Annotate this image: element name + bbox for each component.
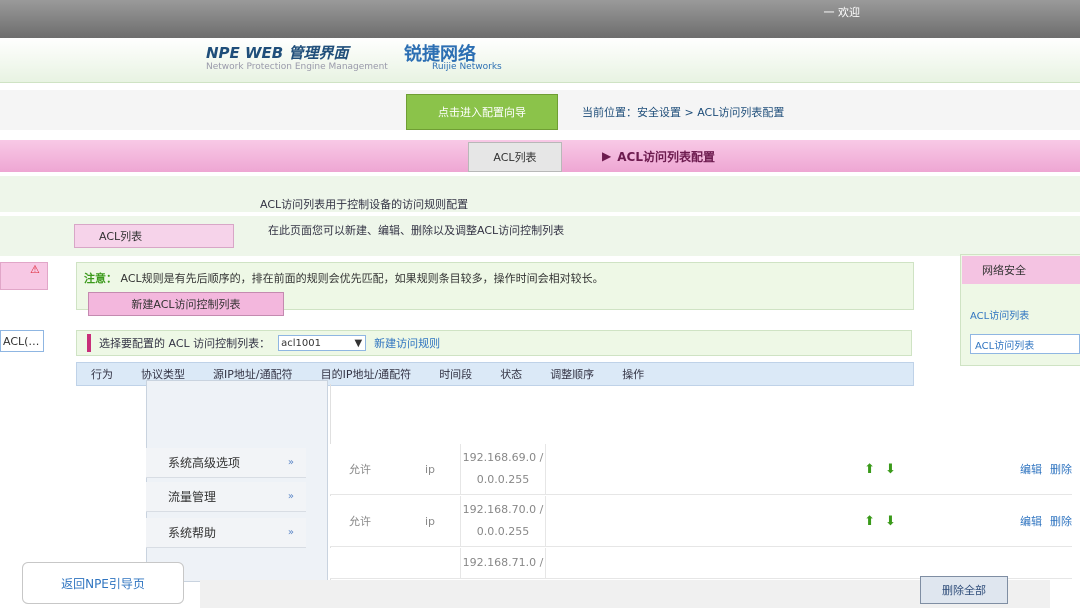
notice-text: 注意： ACL规则是有先后顺序的，排在前面的规则会优先匹配，如果规则条目较多，操… (84, 270, 604, 286)
col-order: 调整顺序 (550, 368, 595, 381)
ip-line-1: 192.168.69.0 / (462, 451, 544, 464)
back-to-guide-button[interactable]: 返回NPE引导页 (22, 562, 184, 604)
config-wizard-button[interactable]: 点击进入配置向导 (406, 94, 558, 130)
ip-line-1: 192.168.70.0 / (462, 503, 544, 516)
row-proto: ip (424, 462, 436, 476)
row-ops: 编辑 删除 (1000, 444, 1072, 494)
filter-bar: 选择要配置的 ACL 访问控制列表： acl1001 ▼ 新建访问规则 (76, 330, 912, 356)
brand-sub: Ruijie Networks (432, 62, 502, 72)
page: 一 欢迎 NPE WEB 管理界面 Network Protection Eng… (0, 0, 1080, 608)
delete-all-button[interactable]: 删除全部 (920, 576, 1008, 604)
arrow-up-icon[interactable]: ⬆ (864, 514, 875, 529)
delete-link[interactable]: 删除 (1050, 513, 1072, 529)
sidebar-item-advanced[interactable]: 系统高级选项 » (146, 448, 306, 478)
sidebar-item-label: 系统高级选项 (168, 456, 241, 470)
title-arrow-icon: ▶ (602, 149, 612, 163)
right-panel-head: 网络安全 (962, 256, 1080, 284)
left-panel-head (0, 262, 48, 290)
edit-link[interactable]: 编辑 (1020, 513, 1042, 529)
row-order-controls: ⬆ ⬇ (850, 444, 910, 494)
chevron-double-down-icon: » (287, 457, 294, 468)
col-time: 时间段 (439, 368, 473, 381)
description-line-1: ACL访问列表用于控制设备的访问规则配置 (260, 198, 469, 211)
chevron-down-icon: ▼ (354, 337, 363, 349)
row-proto: ip (424, 514, 436, 528)
col-ops: 操作 (622, 368, 645, 381)
arrow-down-icon[interactable]: ⬇ (885, 462, 896, 477)
sidebar-item-traffic[interactable]: 流量管理 » (146, 482, 306, 512)
row-order-controls: ⬆ ⬇ (850, 496, 910, 546)
desc-band-1 (0, 176, 1080, 212)
acl-select[interactable]: acl1001 ▼ (278, 335, 367, 351)
tab-acl-list[interactable]: ACL列表 (468, 142, 562, 172)
chevron-double-down-icon: » (287, 491, 294, 502)
sidebar-item-help[interactable]: 系统帮助 » (146, 518, 306, 548)
chevron-double-down-icon: » (287, 527, 294, 538)
warning-icon: ⚠ (30, 263, 40, 276)
top-bar: 一 欢迎 (0, 0, 1080, 38)
sidebar-item-label: 系统帮助 (168, 526, 217, 540)
arrow-down-icon[interactable]: ⬇ (885, 514, 896, 529)
notice-body: ACL规则是有先后顺序的，排在前面的规则会优先匹配，如果规则条目较多，操作时间会… (120, 272, 604, 285)
row-src-ip: 192.168.69.0 / 0.0.0.255 (460, 444, 546, 494)
page-title-text: ACL访问列表配置 (617, 149, 715, 164)
col-action: 行为 (91, 368, 113, 381)
page-title: ▶ ACL访问列表配置 (602, 142, 772, 170)
row-src-ip: 192.168.71.0 / (460, 548, 546, 578)
row-action: 允许 (349, 463, 371, 476)
row-action: 允许 (349, 515, 371, 528)
delete-link[interactable]: 删除 (1050, 461, 1072, 477)
right-select-acl[interactable]: ACL访问列表 (970, 334, 1080, 354)
logo-text: NPE WEB 管理界面 (206, 44, 349, 62)
table-row: 192.168.71.0 / (330, 548, 1072, 579)
header: NPE WEB 管理界面 Network Protection Engine M… (0, 38, 1080, 83)
col-status: 状态 (500, 368, 523, 381)
description-line-2: 在此页面您可以新建、编辑、删除以及调整ACL访问控制列表 (268, 224, 565, 237)
new-acl-button[interactable]: 新建ACL访问控制列表 (88, 292, 284, 316)
sidebar-item-label: 流量管理 (168, 490, 217, 504)
right-link-acl[interactable]: ACL访问列表 (970, 304, 1080, 324)
ip-line-2: 0.0.0.255 (476, 473, 530, 486)
user-area[interactable]: 一 欢迎 (824, 4, 861, 20)
sidebar (146, 380, 328, 582)
ip-line-2: 0.0.0.255 (476, 525, 530, 538)
ip-line-1: 192.168.71.0 / (462, 556, 544, 569)
left-tab-acl[interactable]: ACL列表 (74, 224, 234, 248)
filter-label: 选择要配置的 ACL 访问控制列表： (99, 337, 271, 350)
arrow-up-icon[interactable]: ⬆ (864, 462, 875, 477)
acl-select-value: acl1001 (281, 337, 321, 349)
edit-link[interactable]: 编辑 (1020, 461, 1042, 477)
filter-marker (87, 334, 91, 352)
new-rule-link[interactable]: 新建访问规则 (374, 335, 440, 351)
breadcrumb: 当前位置：安全设置 > ACL访问列表配置 (582, 106, 785, 119)
table-row: 允许 ip 192.168.70.0 / 0.0.0.255 ⬆ ⬇ 编辑 删除 (330, 496, 1072, 547)
left-select[interactable]: ACL(… (0, 330, 44, 352)
table-row: 允许 ip 192.168.69.0 / 0.0.0.255 ⬆ ⬇ 编辑 删除 (330, 444, 1072, 495)
row-ops: 编辑 删除 (1000, 496, 1072, 546)
logo-subtitle: Network Protection Engine Management (206, 62, 388, 72)
row-src-ip: 192.168.70.0 / 0.0.0.255 (460, 496, 546, 546)
notice-warn-label: 注意： (84, 272, 117, 285)
